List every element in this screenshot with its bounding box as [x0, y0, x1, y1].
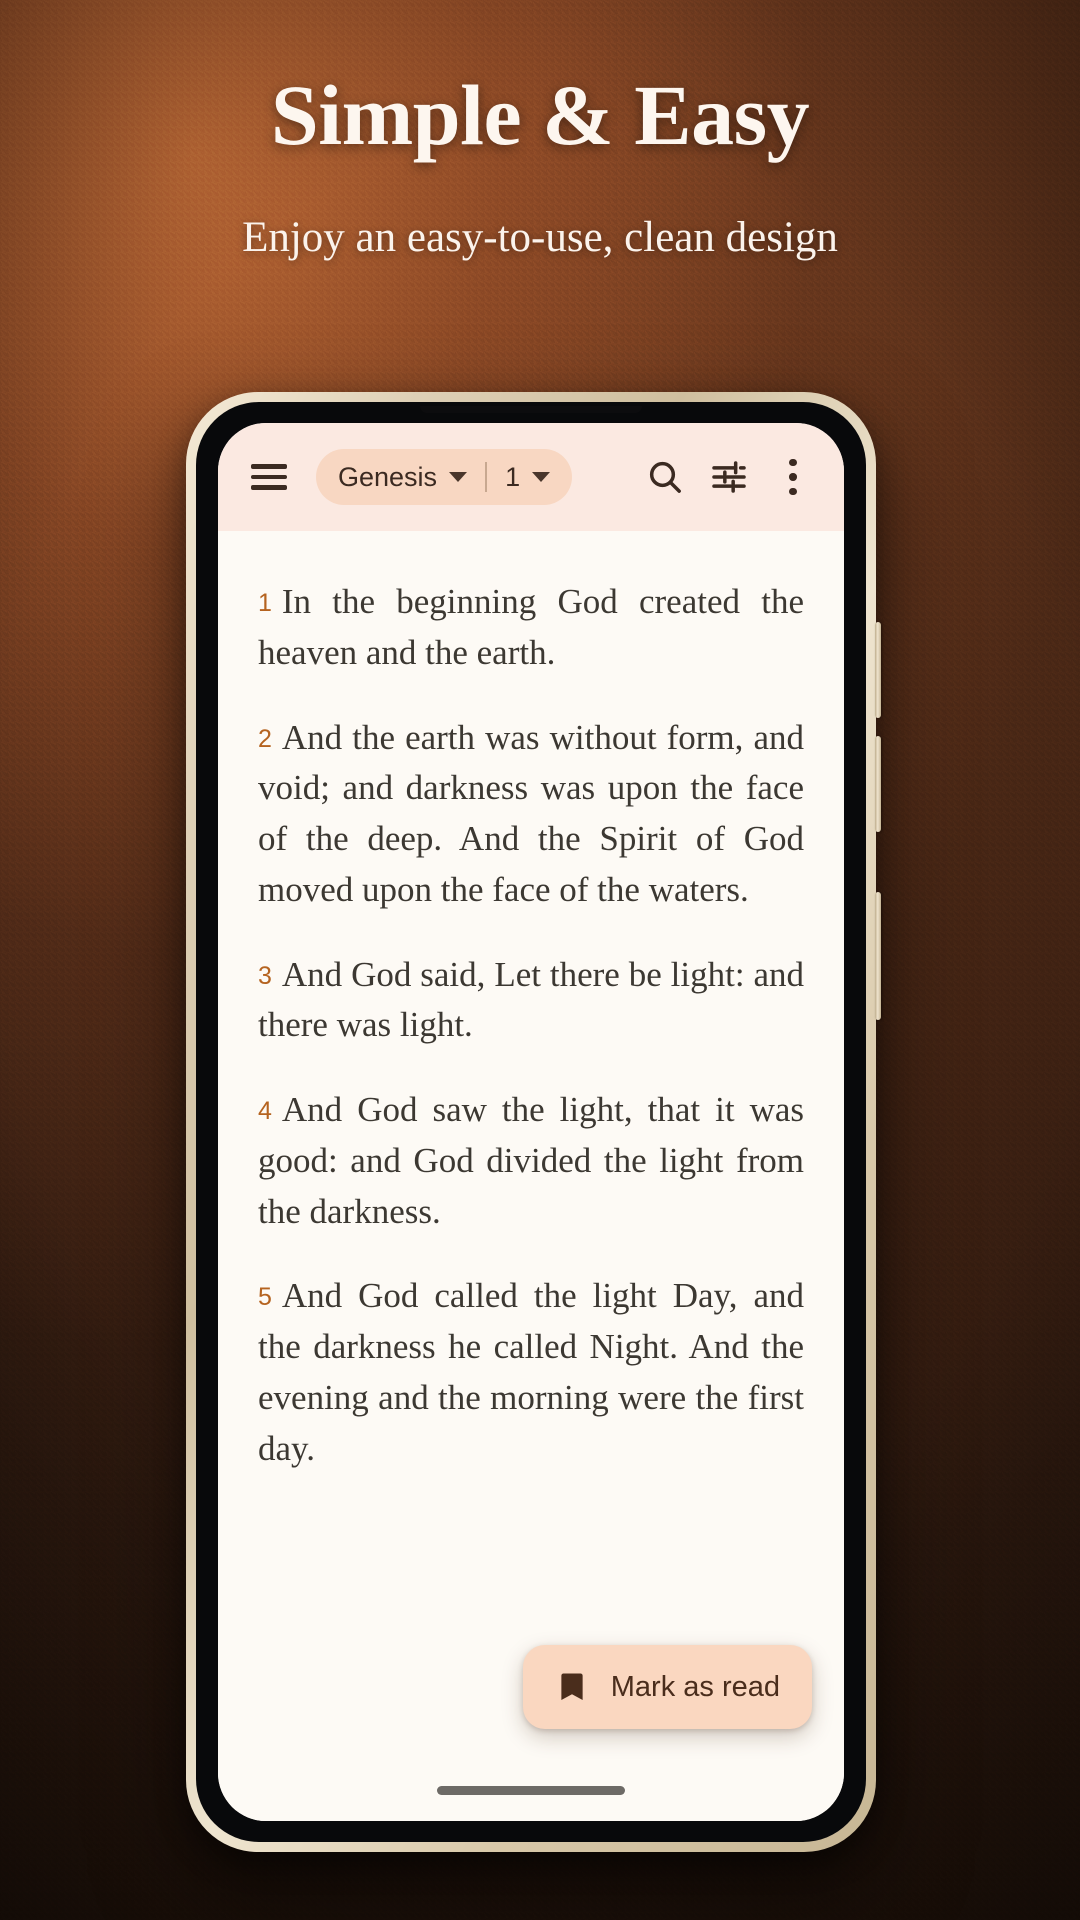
verse-number: 1 — [258, 589, 272, 617]
verse-text: And God said, Let there be light: and th… — [258, 954, 804, 1045]
verse-row[interactable]: 1 In the beginning God created the heaven… — [258, 577, 804, 679]
volume-up-button[interactable] — [875, 622, 881, 718]
phone-screen: Genesis 1 1 In the beginning God created… — [218, 423, 844, 1821]
phone-mockup: Genesis 1 1 In the beginning God created… — [186, 392, 881, 1852]
reference-divider — [485, 462, 488, 492]
promo-headline: Simple & Easy — [270, 67, 810, 163]
search-button[interactable] — [636, 448, 694, 506]
verse-number: 4 — [258, 1097, 272, 1125]
verse-text: And God saw the light, that it was good:… — [258, 1090, 804, 1231]
hamburger-menu-icon — [251, 458, 287, 496]
chapter-label: 1 — [505, 461, 521, 492]
menu-button[interactable] — [240, 448, 298, 506]
appbar-actions — [636, 448, 822, 506]
book-label: Genesis — [338, 461, 438, 492]
more-vertical-icon — [789, 458, 797, 496]
chevron-down-icon-book[interactable] — [449, 472, 468, 482]
verse-text: And the earth was without form, and void… — [258, 717, 804, 909]
verse-row[interactable]: 5 And God called the light Day, and the d… — [258, 1271, 804, 1474]
verse-text: In the beginning God created the heaven … — [258, 582, 804, 672]
mark-as-read-label: Mark as read — [610, 1670, 780, 1703]
verse-row[interactable]: 2 And the earth was without form, and voi… — [258, 713, 804, 916]
overflow-menu-button[interactable] — [764, 448, 822, 506]
phone-bezel: Genesis 1 1 In the beginning God created… — [196, 402, 866, 1842]
search-icon — [649, 461, 681, 493]
verse-number: 2 — [258, 724, 272, 753]
verse-row[interactable]: 4 And God saw the light, that it was good… — [258, 1085, 804, 1237]
mark-as-read-button[interactable]: Mark as read — [522, 1645, 812, 1729]
chevron-down-icon-chapter[interactable] — [532, 472, 551, 482]
display-settings-button[interactable] — [700, 448, 758, 506]
verse-number: 5 — [258, 1283, 272, 1312]
earpiece-speaker — [420, 406, 642, 413]
gesture-navigation-bar[interactable] — [437, 1786, 625, 1795]
power-button[interactable] — [875, 892, 881, 1020]
promo-subheadline: Enjoy an easy-to-use, clean design — [242, 214, 838, 261]
verse-number: 3 — [258, 961, 272, 990]
promo-stage: Simple & Easy Enjoy an easy-to-use, clea… — [0, 0, 1080, 1920]
volume-down-button[interactable] — [875, 736, 881, 832]
app-bar: Genesis 1 — [218, 423, 844, 531]
verse-row[interactable]: 3 And God said, Let there be light: and t… — [258, 950, 804, 1052]
chapter-reader[interactable]: 1 In the beginning God created the heaven… — [218, 531, 844, 1821]
tune-sliders-icon — [712, 461, 746, 493]
reference-selector[interactable]: Genesis 1 — [316, 449, 573, 505]
bookmark-icon — [561, 1673, 583, 1701]
verse-text: And God called the light Day, and the da… — [258, 1276, 804, 1468]
